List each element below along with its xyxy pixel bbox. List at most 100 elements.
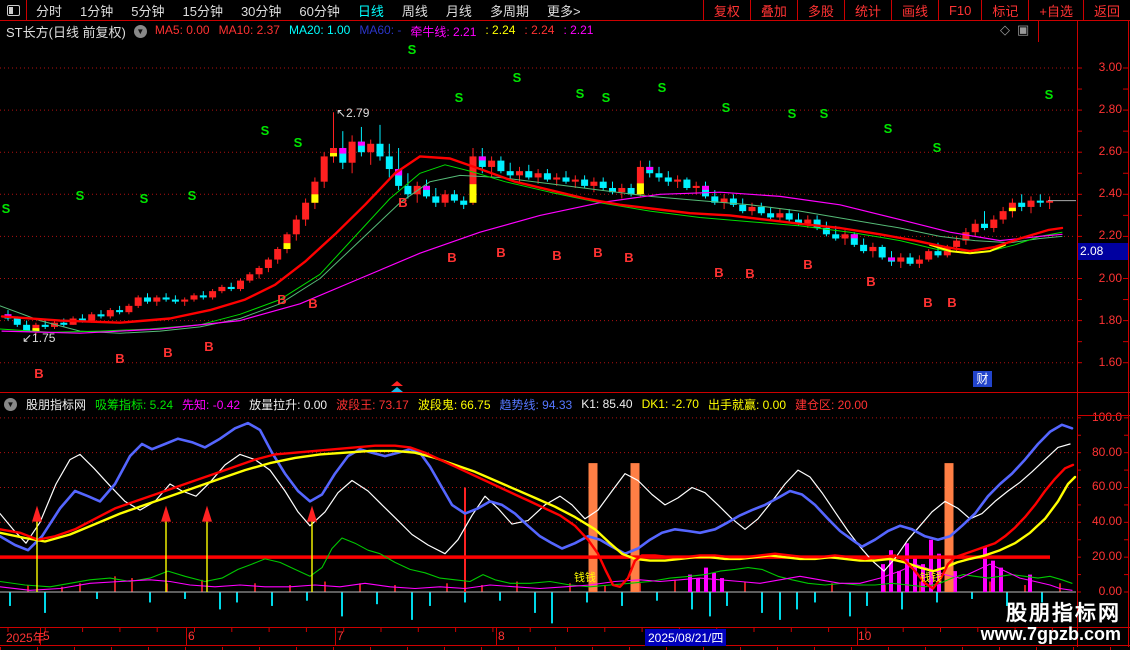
splitter-up-cyan-icon	[391, 387, 403, 392]
panes-icon[interactable]: ▣	[1017, 22, 1029, 38]
toolbar-item-周线[interactable]: 周线	[393, 1, 437, 20]
svg-text:B: B	[115, 351, 124, 366]
indicator-value: DK1: -2.70	[641, 397, 699, 411]
svg-text:B: B	[593, 245, 602, 260]
svg-text:S: S	[2, 201, 11, 216]
svg-text:B: B	[947, 295, 956, 310]
diamond-icon[interactable]: ◇	[1000, 22, 1010, 38]
toolbar-item-分时[interactable]: 分时	[27, 1, 71, 20]
toolbar-action-+自选[interactable]: +自选	[1028, 0, 1083, 20]
svg-text:B: B	[745, 266, 754, 281]
indicator-value: 放量拉升: 0.00	[249, 397, 328, 412]
indicator-axis-label: 0.00	[1098, 584, 1122, 598]
toolbar-item-日线[interactable]: 日线	[349, 1, 393, 20]
indicator-value: 波段王: 73.17	[336, 397, 409, 412]
indicator-series	[0, 421, 1077, 591]
indicator-value: 先知: -0.42	[182, 397, 241, 412]
svg-text:S: S	[788, 106, 797, 121]
toolbar-action-F10[interactable]: F10	[937, 0, 981, 20]
price-axis-label: 3.00	[1098, 60, 1122, 74]
toolbar-item-15分钟[interactable]: 15分钟	[173, 1, 231, 20]
svg-text:B: B	[163, 345, 172, 360]
toolbar-item-60分钟[interactable]: 60分钟	[290, 1, 348, 20]
title-separator	[1038, 21, 1039, 42]
svg-text:S: S	[576, 86, 585, 101]
svg-text:B: B	[204, 339, 213, 354]
x-axis-label: 7	[337, 629, 344, 643]
toolbar-action-多股[interactable]: 多股	[796, 0, 844, 20]
panel-divider[interactable]	[0, 392, 1130, 393]
trade-markers: SS S SSSSSSS SSS S SSSSBB B BB BBB B B B BB BBBB B	[2, 42, 1054, 381]
ma-legend: MA5: 0.00 MA10: 2.37 MA20: 1.00 MA60: - 牵牛线:…	[155, 23, 594, 40]
x-axis-divider	[335, 628, 336, 646]
x-axis-label: 10	[858, 629, 872, 643]
svg-text:S: S	[602, 90, 611, 105]
toolbar-action-标记[interactable]: 标记	[981, 0, 1028, 20]
indicator-chevron-icon[interactable]: ▼	[4, 397, 17, 411]
toolbar-item-1分钟[interactable]: 1分钟	[71, 1, 122, 20]
candles	[4, 112, 1054, 336]
svg-text:钱钱: 钱钱	[920, 570, 942, 584]
watermark-site-url: www.7gpzb.com	[980, 624, 1121, 644]
toolbar-item-月线[interactable]: 月线	[437, 1, 481, 20]
price-axis-label: 1.80	[1098, 312, 1122, 327]
indicator-axis-label: 80.00	[1091, 444, 1122, 459]
ma-lines	[0, 155, 1064, 334]
buy-arrows	[32, 505, 317, 592]
svg-text:B: B	[308, 296, 317, 311]
svg-text:B: B	[447, 250, 456, 265]
price-axis-label: 2.80	[1098, 102, 1122, 117]
toolbar-item-更多>[interactable]: 更多>	[538, 1, 590, 20]
panel-splitter-icon[interactable]	[391, 381, 403, 392]
price-axis-label: 2.60	[1098, 144, 1122, 159]
svg-text:S: S	[140, 191, 149, 206]
chevron-down-icon[interactable]: ▼	[133, 25, 147, 38]
chart-canvas[interactable]: SS S SSSSSSS SSS S SSSSBB B BB BBB B B B BB BBBB B↖2.7…	[0, 0, 1130, 650]
x-axis-date-highlight: 2025/08/21/四	[645, 629, 727, 646]
svg-text:S: S	[884, 121, 893, 136]
price-axis-label: 2.40	[1098, 186, 1122, 201]
watermark-site-name: 股朋指标网	[1006, 602, 1121, 625]
price-axis-label: 1.60	[1098, 354, 1122, 369]
toolbar-action-叠加[interactable]: 叠加	[749, 0, 797, 20]
svg-text:B: B	[866, 274, 875, 289]
x-axis-label: 2025年	[6, 631, 45, 645]
svg-text:B: B	[496, 245, 505, 260]
indicator-value: 股朋指标网	[26, 397, 87, 412]
layout-button[interactable]	[0, 0, 27, 20]
ma-value: : 2.24	[524, 23, 555, 37]
toolbar-item-5分钟[interactable]: 5分钟	[122, 1, 173, 20]
indicator-axis-label: 20.00	[1091, 549, 1122, 564]
svg-text:B: B	[714, 265, 723, 280]
toolbar-item-30分钟[interactable]: 30分钟	[232, 1, 290, 20]
x-axis-label: 8	[498, 629, 505, 643]
indicator-value: 吸筹指标: 5.24	[95, 397, 174, 412]
svg-text:S: S	[455, 90, 464, 105]
svg-text:S: S	[408, 42, 417, 57]
indicator-axis-border	[1077, 415, 1130, 416]
right-edge-border	[1128, 21, 1129, 647]
svg-text:S: S	[1045, 87, 1054, 102]
toolbar-action-返回[interactable]: 返回	[1082, 0, 1130, 20]
chart-title-row: ST长方(日线 前复权) ▼ MA5: 0.00 MA10: 2.37 MA20: …	[0, 21, 593, 42]
indicator-value: 趋势线: 94.33	[499, 397, 573, 412]
toolbar-action-统计[interactable]: 统计	[843, 0, 891, 20]
indicator-value: K1: 85.40	[581, 397, 633, 411]
indicator-value: 波段鬼: 66.75	[417, 397, 491, 412]
indicator-axis-label: 40.00	[1091, 514, 1122, 529]
ma-value: : 2.21	[563, 23, 594, 37]
stock-title: ST长方(日线 前复权)	[6, 25, 126, 40]
svg-text:↖2.79: ↖2.79	[336, 106, 370, 120]
toolbar-item-多周期[interactable]: 多周期	[481, 1, 538, 20]
x-axis-divider	[496, 628, 497, 646]
svg-text:B: B	[624, 250, 633, 265]
svg-text:S: S	[294, 135, 303, 150]
svg-text:S: S	[658, 80, 667, 95]
toolbar-action-画线[interactable]: 画线	[890, 0, 938, 20]
finance-badge[interactable]: 财	[973, 371, 992, 387]
toolbar-action-复权[interactable]: 复权	[702, 0, 750, 20]
toolbar-right-actions: 复权 叠加 多股 统计 画线 F10 标记 +自选 返回	[702, 0, 1130, 20]
x-axis[interactable]: 2025年 5 6 7 8 2025/08/21/四 10	[0, 628, 1130, 646]
svg-text:S: S	[722, 100, 731, 115]
indicator-value: 出手就赢: 0.00	[707, 397, 786, 412]
